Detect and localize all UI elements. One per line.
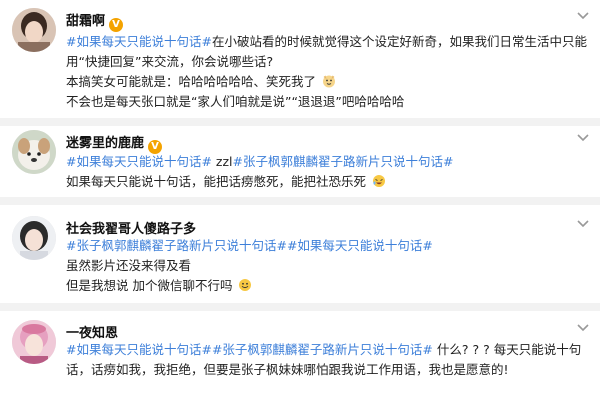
hashtag-link[interactable]: #如果每天只能说十句话# — [66, 34, 212, 49]
comment-text: 本搞笑女可能就是：哈哈哈哈哈哈、笑死我了 — [66, 74, 317, 89]
comment-body: #如果每天只能说十句话#在小破站看的时候就觉得这个设定好新奇，如果我们日常生活中… — [66, 32, 588, 112]
comment-body: #如果每天只能说十句话##张子枫郭麒麟翟子路新片只说十句话# 什么? ? ? 每… — [66, 340, 588, 380]
hashtag-link[interactable]: #张子枫郭麒麟翟子路新片只说十句话# — [212, 342, 433, 357]
divider — [0, 118, 600, 126]
divider — [0, 303, 600, 311]
chevron-down-icon[interactable] — [576, 130, 590, 144]
comment-text: zzl — [211, 154, 233, 169]
chevron-down-icon[interactable] — [576, 320, 590, 334]
comment-text: 话，话痨如我，我拒绝，但要是张子枫妹妹哪怕跟我说工作用语，我也是愿意的! — [66, 362, 509, 377]
comment-line: 虽然影片还没来得及看 — [66, 256, 588, 276]
username-text[interactable]: 社会我翟哥人傻路子多 — [66, 222, 196, 237]
username-text[interactable]: 甜霜啊 — [66, 14, 105, 29]
comment-body: #张子枫郭麒麟翟子路新片只说十句话##如果每天只能说十句话# 虽然影片还没来得及… — [66, 236, 588, 296]
comment-feed: 甜霜啊 V #如果每天只能说十句话#在小破站看的时候就觉得这个设定好新奇，如果我们… — [0, 0, 600, 400]
avatar[interactable] — [12, 216, 56, 260]
username[interactable]: 迷雾里的鹿鹿 V — [66, 132, 163, 154]
comment-line: #如果每天只能说十句话# zzl#张子枫郭麒麟翟子路新片只说十句话# — [66, 152, 588, 172]
avatar[interactable] — [12, 130, 56, 174]
avatar[interactable] — [12, 8, 56, 52]
hashtag-link[interactable]: #张子枫郭麒麟翟子路新片只说十句话# — [233, 154, 454, 169]
hashtag-link[interactable]: #如果每天只能说十句话# — [66, 154, 212, 169]
username[interactable]: 甜霜啊 V — [66, 10, 124, 32]
divider — [0, 197, 600, 205]
hashtag-link[interactable]: #如果每天只能说十句话# — [287, 238, 433, 253]
comment-body: #如果每天只能说十句话# zzl#张子枫郭麒麟翟子路新片只说十句话# 如果每天只… — [66, 152, 588, 192]
chevron-down-icon[interactable] — [576, 216, 590, 230]
comment-text: 在小破站看的时候就觉得这个设定好新奇，如果我们日常生活中只能 — [211, 34, 587, 49]
chevron-down-icon[interactable] — [576, 8, 590, 22]
comment-text: 不会也是每天张口就是“家人们咱就是说”“退退退”吧哈哈哈哈 — [66, 94, 405, 109]
comment-line: 本搞笑女可能就是：哈哈哈哈哈哈、笑死我了 — [66, 72, 588, 92]
comment-text: 什么? ? ? 每天只能说十句 — [432, 342, 582, 357]
comment-line: #张子枫郭麒麟翟子路新片只说十句话##如果每天只能说十句话# — [66, 236, 588, 256]
comment-text: 虽然影片还没来得及看 — [66, 258, 192, 273]
username[interactable]: 一夜知恩 — [66, 322, 118, 341]
comment-text: 如果每天只能说十句话，能把话痨憋死，能把社恐乐死 — [66, 174, 367, 189]
comment-text: 但是我想说 加个微信聊不行吗 — [66, 278, 233, 293]
hashtag-link[interactable]: #张子枫郭麒麟翟子路新片只说十句话# — [66, 238, 287, 253]
comment-text: 用“快捷回复”来交流，你会说哪些话? — [66, 54, 274, 69]
avatar[interactable] — [12, 320, 56, 364]
comment-line: 但是我想说 加个微信聊不行吗 — [66, 276, 588, 296]
hashtag-link[interactable]: #如果每天只能说十句话# — [66, 342, 212, 357]
username-text[interactable]: 迷雾里的鹿鹿 — [66, 136, 144, 151]
comment-line: 如果每天只能说十句话，能把话痨憋死，能把社恐乐死 — [66, 172, 588, 192]
verified-badge-icon: V — [109, 18, 124, 32]
dog-face-emoji — [323, 75, 335, 88]
username[interactable]: 社会我翟哥人傻路子多 — [66, 218, 196, 237]
comment-line: #如果每天只能说十句话#在小破站看的时候就觉得这个设定好新奇，如果我们日常生活中… — [66, 32, 588, 52]
smile-emoji — [239, 279, 252, 291]
comment-line: 不会也是每天张口就是“家人们咱就是说”“退退退”吧哈哈哈哈 — [66, 92, 588, 112]
comment-line: #如果每天只能说十句话##张子枫郭麒麟翟子路新片只说十句话# 什么? ? ? 每… — [66, 340, 588, 360]
username-text[interactable]: 一夜知恩 — [66, 326, 118, 341]
comment-line: 话，话痨如我，我拒绝，但要是张子枫妹妹哪怕跟我说工作用语，我也是愿意的! — [66, 360, 588, 380]
laughing-emoji — [373, 175, 385, 187]
comment-line: 用“快捷回复”来交流，你会说哪些话? — [66, 52, 588, 72]
